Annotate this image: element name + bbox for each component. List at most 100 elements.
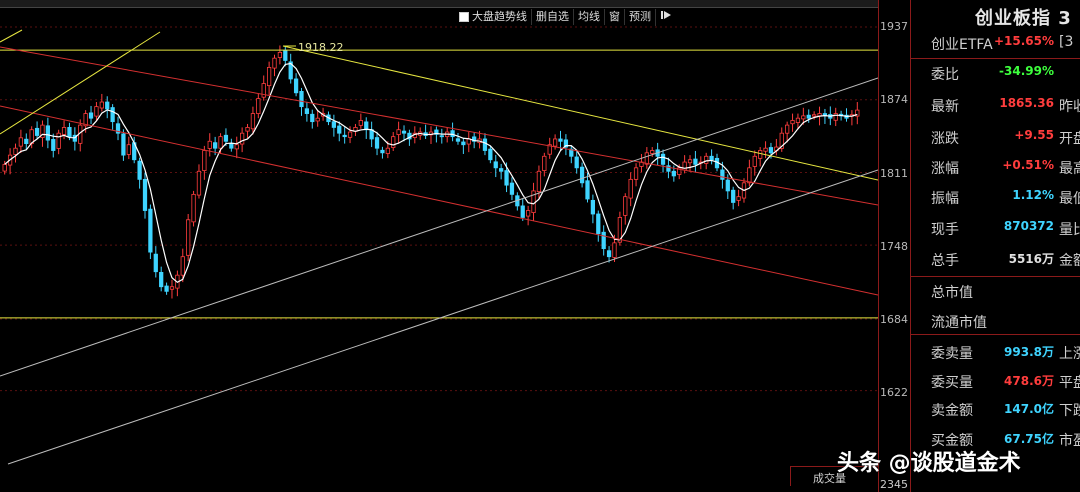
candle-body xyxy=(520,205,525,218)
candle-body xyxy=(164,285,169,292)
candle-body xyxy=(704,155,709,164)
candle-body xyxy=(671,170,676,177)
candle-body xyxy=(250,113,256,130)
window-button[interactable]: 窗 xyxy=(604,9,624,25)
quote-tail-label: 最高 xyxy=(1059,161,1080,177)
quote-label: 现手 xyxy=(931,222,959,238)
candle-body xyxy=(601,231,606,250)
quote-value: -34.99% xyxy=(999,64,1054,78)
candle-body xyxy=(283,49,288,61)
trend-line-checkbox[interactable] xyxy=(459,12,469,22)
candle-body xyxy=(121,133,126,156)
candle-body xyxy=(51,139,56,151)
candle-body xyxy=(499,168,504,172)
candle-body xyxy=(504,170,509,186)
candle-body xyxy=(266,67,272,87)
candle-body xyxy=(806,114,811,119)
candlestick-chart[interactable]: 1918.22 xyxy=(0,0,878,492)
candle-body xyxy=(439,135,444,138)
candle-body xyxy=(45,125,50,141)
quote-label: 涨幅 xyxy=(931,161,959,177)
forecast-button[interactable]: 预测 xyxy=(624,9,655,25)
candle-body xyxy=(272,57,277,69)
candle-body xyxy=(299,91,304,108)
candle-body xyxy=(579,166,585,184)
quote-tail-label: [3 xyxy=(1059,34,1074,50)
trend-line-toggle[interactable]: 大盘趋势线 xyxy=(455,9,531,25)
quote-tail-label: 最低 xyxy=(1059,191,1080,207)
quote-label: 流通市值 xyxy=(931,315,987,331)
quote-tail-label: 开盘 xyxy=(1059,131,1080,147)
quote-value: 1865.36 xyxy=(999,96,1054,110)
quote-value: +15.65% xyxy=(993,34,1054,48)
quote-row: 创业ETFA +15.65% [3 xyxy=(911,34,1080,56)
candle-body xyxy=(709,155,714,161)
candle-body xyxy=(574,156,579,169)
candle-body xyxy=(763,147,768,152)
candle-body xyxy=(812,114,817,117)
candle-body xyxy=(552,138,558,147)
candle-body xyxy=(385,147,390,154)
candle-body xyxy=(585,180,590,200)
candle-body xyxy=(99,101,104,109)
candle-body xyxy=(493,161,498,169)
quote-tail-label: 市盈 xyxy=(1059,433,1080,449)
y-tick: 1811 xyxy=(880,167,908,180)
quote-row: 总市值 xyxy=(911,282,1080,304)
quote-tail-label: 上涨 xyxy=(1059,346,1080,362)
quote-row: 委买量 478.6万平盘 xyxy=(911,372,1080,394)
candle-body xyxy=(142,178,148,211)
candle-body xyxy=(374,137,380,149)
candle-body xyxy=(526,210,531,217)
quote-value: 147.0亿 xyxy=(1004,402,1054,416)
y-tick: 1622 xyxy=(880,386,908,399)
candle-body xyxy=(331,121,336,128)
candle-body xyxy=(61,127,67,135)
candle-body xyxy=(223,134,229,142)
candle-body xyxy=(245,127,250,132)
candle-body xyxy=(105,101,110,110)
quote-label: 最新 xyxy=(931,99,959,115)
candle-body xyxy=(310,113,315,123)
candle-body xyxy=(2,163,7,172)
quote-label: 创业ETFA xyxy=(931,37,993,53)
quote-label: 涨跌 xyxy=(931,131,959,147)
candle-body xyxy=(148,208,153,253)
y-tick: 1937 xyxy=(880,20,908,33)
trend-line-label: 大盘趋势线 xyxy=(472,10,527,23)
candle-body xyxy=(256,98,261,114)
candle-body xyxy=(153,253,158,273)
quote-label: 振幅 xyxy=(931,191,959,207)
candle-body xyxy=(558,138,563,142)
quote-tail-label: 平盘 xyxy=(1059,375,1080,391)
candle-body xyxy=(94,106,99,117)
candle-body xyxy=(450,130,455,138)
candle-body xyxy=(342,134,347,138)
candle-body xyxy=(88,112,94,119)
moving-average-button[interactable]: 均线 xyxy=(573,9,604,25)
y-tick: 1874 xyxy=(880,93,908,106)
remove-selection-button[interactable]: 删自选 xyxy=(531,9,573,25)
candle-body xyxy=(612,242,617,258)
candle-body xyxy=(461,141,466,146)
candle-body xyxy=(790,120,795,125)
candle-body xyxy=(126,144,131,155)
quote-label: 总手 xyxy=(931,253,959,269)
candle-body xyxy=(137,160,142,180)
quote-label: 卖金额 xyxy=(931,403,973,419)
quote-label: 总市值 xyxy=(931,285,973,301)
candle-body xyxy=(202,150,207,171)
quote-value: +9.55 xyxy=(1014,128,1054,142)
quote-label: 委买量 xyxy=(931,375,973,391)
chart-area[interactable]: 1918.22 大盘趋势线 删自选 均线 窗 预测 成交量 xyxy=(0,0,878,492)
candle-body xyxy=(293,78,299,94)
play-forward-icon[interactable] xyxy=(655,8,676,26)
candle-body xyxy=(34,127,40,136)
quote-row: 卖金额 147.0亿下跌 xyxy=(911,400,1080,422)
candle-body xyxy=(277,51,283,58)
candle-body xyxy=(18,137,24,147)
y-tick: 1748 xyxy=(880,240,908,253)
quote-value: 5516万 xyxy=(1008,252,1054,266)
watermark: 头条 @谈股道金术 xyxy=(837,451,1021,476)
panel-divider xyxy=(911,334,1080,335)
